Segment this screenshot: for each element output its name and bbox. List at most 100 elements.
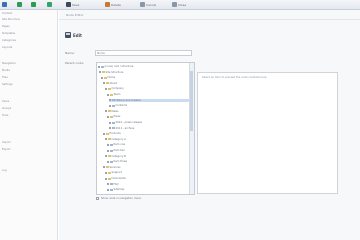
sidebar-item[interactable]: Pages xyxy=(2,25,10,28)
expand-toggle-icon[interactable] xyxy=(107,183,109,186)
tree-item[interactable]: Company xyxy=(105,87,189,90)
tree-scroll-thumb[interactable] xyxy=(190,71,193,131)
parent-label: Parent node: xyxy=(65,61,85,65)
sidebar-item[interactable]: Content xyxy=(2,12,12,15)
down-arrow-icon xyxy=(31,2,36,7)
expand-toggle-icon[interactable] xyxy=(105,155,107,158)
expand-toggle-icon[interactable] xyxy=(101,76,103,79)
tree-item[interactable]: Item two xyxy=(107,149,189,152)
tree-item[interactable]: Contacts xyxy=(109,104,189,107)
sidebar-item[interactable]: Groups xyxy=(2,107,11,110)
expand-toggle-icon[interactable] xyxy=(105,87,107,90)
expand-toggle-icon[interactable] xyxy=(99,71,101,74)
tree-item-label: FAQ xyxy=(113,182,119,186)
tree-item-label: Services xyxy=(109,165,121,169)
sidebar-item[interactable]: Files xyxy=(2,76,8,79)
sidebar-item[interactable]: Media xyxy=(2,69,10,72)
sidebar-item[interactable]: Layouts xyxy=(2,46,12,49)
tree-item-label: Sitemap xyxy=(113,188,125,192)
folder-icon xyxy=(108,155,111,158)
expand-toggle-icon[interactable] xyxy=(107,188,109,191)
expand-toggle-icon[interactable] xyxy=(107,115,109,118)
sidebar-item[interactable]: Log xyxy=(2,169,7,172)
expand-toggle-icon[interactable] xyxy=(103,132,105,135)
tree-item[interactable]: Category B xyxy=(105,155,189,158)
save-button[interactable]: Save xyxy=(66,1,79,8)
tree-scrollbar[interactable] xyxy=(189,63,194,194)
expand-toggle-icon[interactable] xyxy=(109,99,111,102)
tree-item[interactable]: Support xyxy=(105,171,189,174)
tree-item-label: History and mission xyxy=(115,98,142,102)
folder-icon xyxy=(106,82,109,85)
sidebar-item[interactable]: Settings xyxy=(2,83,13,86)
folder-icon xyxy=(108,110,111,113)
sidebar-item[interactable]: Navigation xyxy=(2,62,16,65)
tree-item-label: Home xyxy=(107,76,116,80)
tree-item[interactable]: Products xyxy=(103,132,189,135)
tree-item-label: News xyxy=(111,109,119,113)
toolbar-button-up[interactable] xyxy=(17,1,22,8)
sidebar-item[interactable]: Templates xyxy=(2,32,15,35)
name-field[interactable]: Node xyxy=(95,50,192,56)
tree-item[interactable]: Home xyxy=(101,76,189,79)
expand-toggle-icon[interactable] xyxy=(109,104,111,107)
expand-toggle-icon[interactable] xyxy=(103,82,105,85)
expand-toggle-icon[interactable] xyxy=(105,171,107,174)
show-in-menu-checkbox[interactable] xyxy=(96,197,99,200)
close-button[interactable]: Close xyxy=(172,1,186,8)
delete-button[interactable]: Delete xyxy=(105,1,121,8)
sidebar-item[interactable]: Site Structure xyxy=(2,18,20,21)
tree-item[interactable]: Item three xyxy=(107,160,189,163)
tree-item-label: Products xyxy=(109,132,121,136)
expand-toggle-icon[interactable] xyxy=(107,93,109,96)
tree-item[interactable]: Sitemap xyxy=(107,188,189,191)
tree-item-label: (none) root / structure xyxy=(104,65,134,68)
expand-toggle-icon[interactable] xyxy=(105,177,107,180)
tree-item[interactable]: FAQ xyxy=(107,183,189,186)
tree-item[interactable]: Item one xyxy=(107,143,189,146)
document-icon xyxy=(112,121,115,124)
tree-item[interactable]: History and mission xyxy=(109,98,189,102)
tree-item[interactable]: (none) root / structure xyxy=(98,65,189,68)
expand-toggle-icon[interactable] xyxy=(105,138,107,141)
toolbar-button-down[interactable] xyxy=(31,1,36,8)
expand-toggle-icon[interactable] xyxy=(107,143,109,146)
expand-toggle-icon[interactable] xyxy=(98,65,100,68)
breadcrumb[interactable]: Node Editor xyxy=(66,13,84,17)
tree-item-label: Item two xyxy=(113,149,125,152)
up-arrow-icon xyxy=(17,2,22,7)
sidebar: Content Site Structure Pages Templates C… xyxy=(0,10,58,240)
tree-item[interactable]: News xyxy=(105,110,189,113)
tree-item[interactable]: About xyxy=(103,82,189,85)
sidebar-item[interactable]: Export xyxy=(2,148,11,151)
document-icon xyxy=(112,104,115,107)
cancel-button[interactable]: Cancel xyxy=(140,1,156,8)
tree-item[interactable]: Category A xyxy=(105,138,189,141)
parent-node-tree[interactable]: (none) root / structure Site Structure Hom… xyxy=(96,62,195,195)
tree-item[interactable]: Team xyxy=(107,93,189,96)
expand-toggle-icon[interactable] xyxy=(109,127,111,130)
sidebar-item[interactable]: Tools xyxy=(2,114,8,117)
tree-item[interactable]: Press xyxy=(107,115,189,118)
tree-item[interactable]: 2011 - archive xyxy=(109,127,189,130)
document-icon xyxy=(110,149,113,152)
tree-item[interactable]: Downloads xyxy=(105,177,189,180)
tree-item[interactable]: Services xyxy=(103,166,189,169)
expand-toggle-icon[interactable] xyxy=(105,110,107,113)
sidebar-item[interactable]: Import xyxy=(2,141,11,144)
sidebar-item[interactable]: Users xyxy=(2,100,9,103)
expand-toggle-icon[interactable] xyxy=(103,166,105,169)
folder-icon xyxy=(104,76,107,79)
toolbar-button-refresh[interactable] xyxy=(47,1,52,8)
expand-toggle-icon[interactable] xyxy=(107,160,109,163)
tree-item[interactable]: Site Structure xyxy=(99,71,189,74)
toolbar-button-doc[interactable] xyxy=(2,1,7,8)
sidebar-item[interactable]: Categories xyxy=(2,39,16,42)
show-in-menu-option[interactable]: Show node in navigation menu xyxy=(96,197,141,200)
expand-toggle-icon[interactable] xyxy=(109,121,111,124)
tree-item[interactable]: 2012 - press release xyxy=(109,121,189,124)
expand-toggle-icon[interactable] xyxy=(107,149,109,152)
cancel-button-label: Cancel xyxy=(146,2,157,7)
folder-icon xyxy=(110,115,113,118)
document-icon xyxy=(101,65,104,68)
